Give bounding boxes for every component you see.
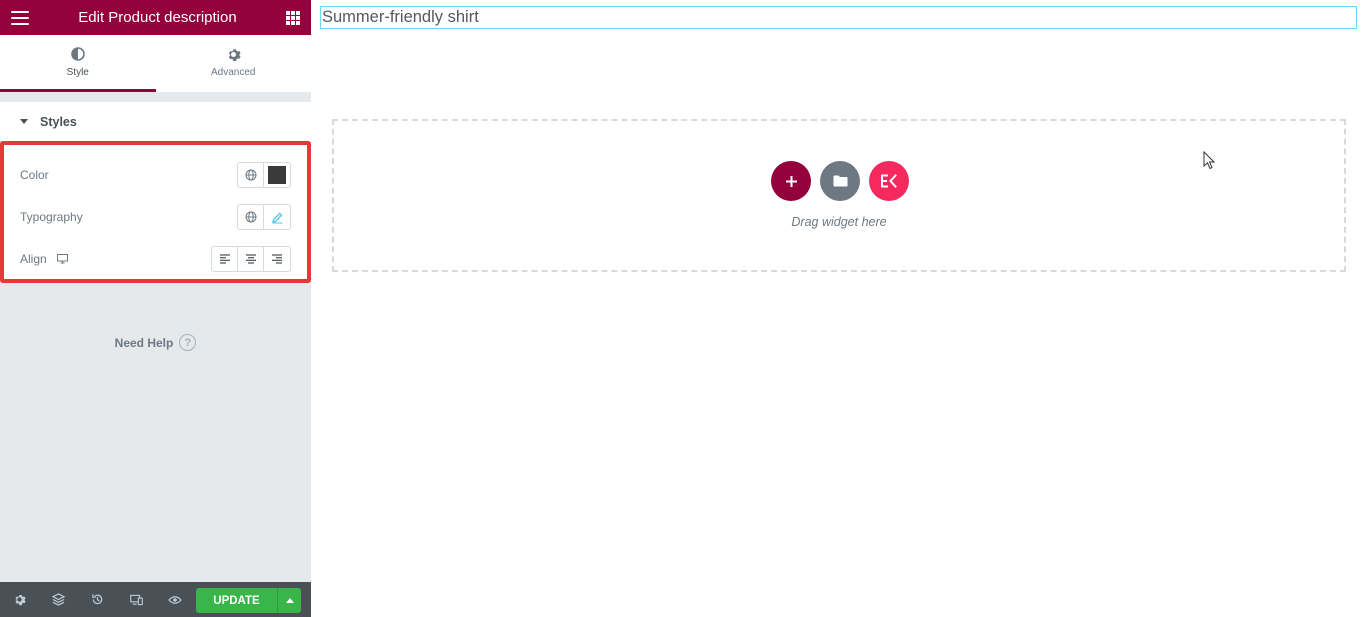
need-help-link[interactable]: Need Help ? — [0, 334, 311, 351]
color-buttons — [237, 162, 291, 188]
layers-icon[interactable] — [47, 589, 69, 611]
color-picker-button[interactable] — [264, 163, 290, 187]
half-circle-icon — [70, 46, 86, 62]
tabs-separator — [0, 92, 311, 102]
typography-label: Typography — [20, 210, 83, 224]
need-help-label: Need Help — [114, 335, 174, 350]
control-typography: Typography — [20, 204, 291, 230]
control-color: Color — [20, 162, 291, 188]
elementskit-button[interactable] — [869, 161, 909, 201]
styles-section-title: Styles — [40, 114, 77, 129]
save-options-button[interactable] — [277, 588, 301, 613]
tab-style[interactable]: Style — [0, 35, 156, 92]
align-left-icon — [219, 254, 230, 264]
align-right-icon — [272, 254, 282, 264]
elementskit-logo-icon — [880, 174, 897, 188]
pencil-icon — [271, 212, 282, 223]
settings-gear-icon[interactable] — [8, 589, 30, 611]
update-button[interactable]: UPDATE — [196, 588, 277, 613]
tab-advanced[interactable]: Advanced — [156, 35, 312, 92]
history-icon[interactable] — [86, 589, 108, 611]
align-center-button[interactable] — [238, 247, 264, 271]
responsive-mode-icon[interactable] — [125, 589, 147, 611]
editor-panel: Edit Product description Style Advanced — [0, 0, 311, 617]
empty-section-dropzone[interactable]: Drag widget here — [332, 119, 1346, 272]
align-buttons — [211, 246, 291, 272]
product-title-widget[interactable]: Summer-friendly shirt — [320, 6, 1357, 29]
global-color-button[interactable] — [238, 163, 264, 187]
plus-icon — [785, 175, 797, 187]
color-label: Color — [20, 168, 49, 182]
desktop-icon[interactable] — [56, 254, 68, 264]
folder-icon — [833, 175, 847, 187]
global-typography-button[interactable] — [238, 205, 264, 229]
align-right-button[interactable] — [264, 247, 290, 271]
align-center-icon — [245, 254, 256, 264]
tab-style-label: Style — [66, 67, 89, 78]
dropzone-actions — [771, 161, 918, 201]
caret-up-icon — [285, 598, 294, 603]
widgets-grid-icon[interactable] — [286, 10, 300, 25]
align-left-button[interactable] — [212, 247, 238, 271]
color-swatch — [268, 166, 286, 184]
tab-advanced-label: Advanced — [211, 67, 256, 78]
control-align: Align — [20, 246, 291, 272]
preview-eye-icon[interactable] — [164, 589, 186, 611]
panel-title: Edit Product description — [78, 9, 237, 26]
panel-header: Edit Product description — [0, 0, 311, 35]
add-template-button[interactable] — [820, 161, 860, 201]
typography-buttons — [237, 204, 291, 230]
style-controls-highlighted: Color Typography Align — [0, 141, 311, 283]
editor-app: Edit Product description Style Advanced — [0, 0, 1366, 617]
align-label-wrap: Align — [20, 252, 68, 266]
drag-widget-hint: Drag widget here — [791, 215, 887, 229]
align-label: Align — [20, 252, 47, 266]
question-icon: ? — [179, 334, 197, 351]
mouse-pointer-icon — [1203, 150, 1216, 175]
globe-icon — [245, 211, 256, 223]
add-section-button[interactable] — [771, 161, 811, 201]
panel-tabs: Style Advanced — [0, 35, 311, 92]
hamburger-menu-icon[interactable] — [11, 10, 29, 25]
edit-typography-button[interactable] — [264, 205, 290, 229]
panel-footer: UPDATE — [0, 582, 311, 617]
styles-section-toggle[interactable]: Styles — [0, 102, 311, 141]
preview-canvas: Summer-friendly shirt Drag widget here — [311, 0, 1366, 617]
caret-down-icon — [20, 119, 28, 124]
globe-icon — [245, 169, 256, 181]
gear-icon — [225, 46, 241, 62]
